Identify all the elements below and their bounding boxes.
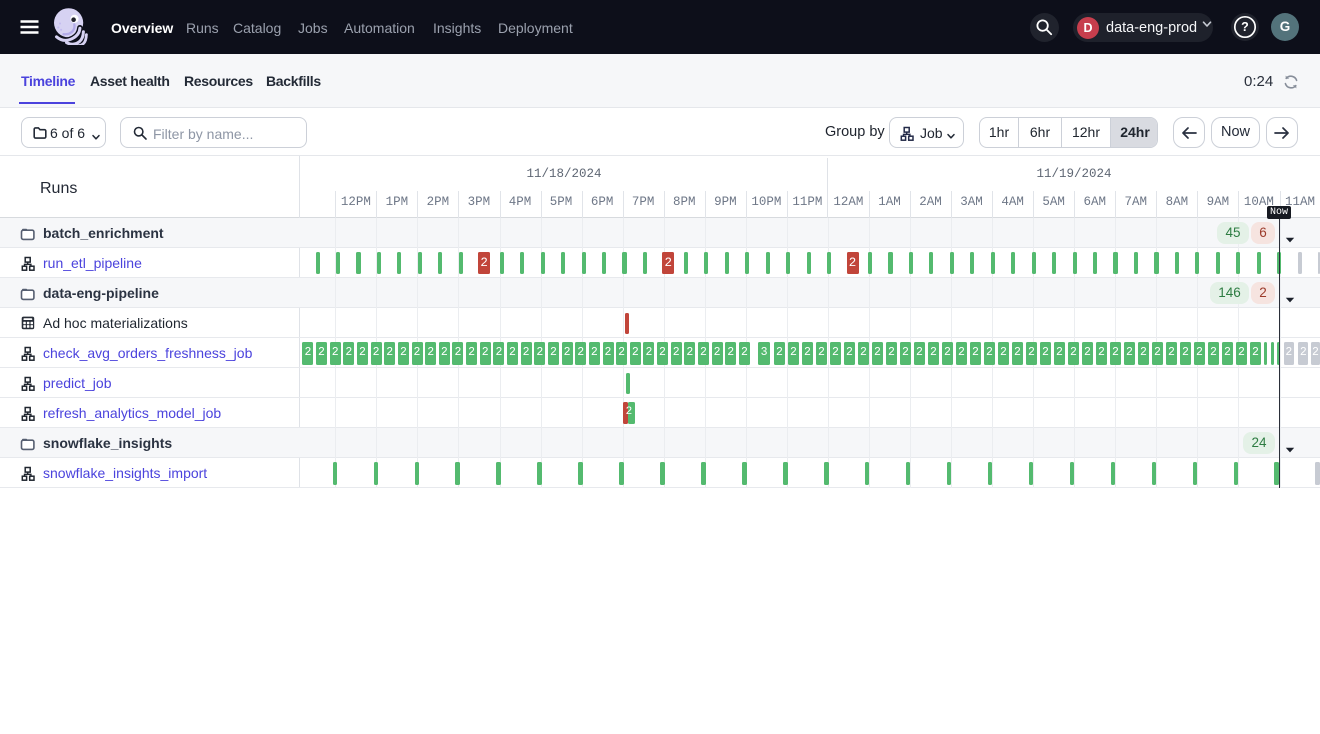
svg-text:?: ? (1241, 20, 1249, 34)
